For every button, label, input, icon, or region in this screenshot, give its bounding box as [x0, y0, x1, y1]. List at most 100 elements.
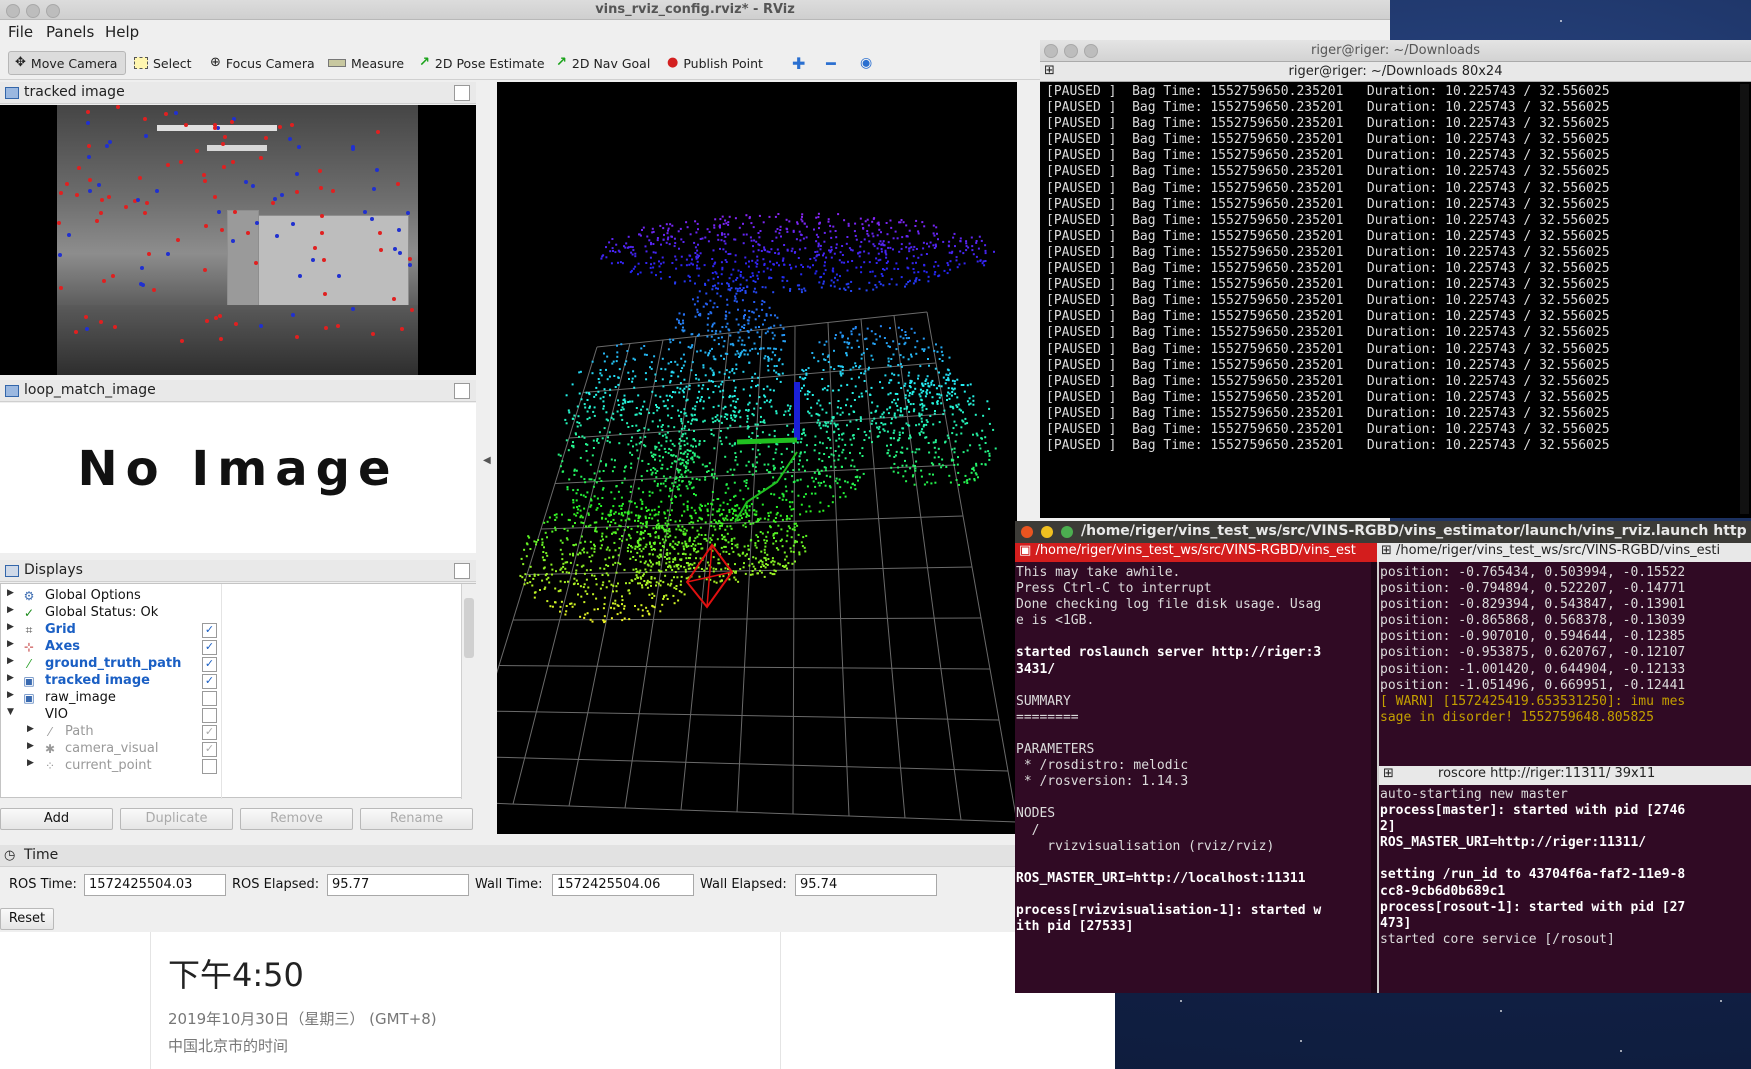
expand-arrow-icon[interactable]: ▶ [27, 758, 34, 768]
display-item[interactable]: ▶ ⁄ ground_truth_path ✓ [1, 656, 421, 673]
expand-arrow-icon[interactable]: ▶ [7, 605, 14, 615]
cloud-point [885, 342, 888, 345]
maximize-window-button[interactable] [1061, 526, 1073, 538]
menu-help[interactable]: Help [105, 23, 139, 41]
cloud-point [580, 493, 583, 496]
cloud-point [804, 493, 807, 496]
ros-elapsed-field[interactable]: 95.77 [327, 874, 469, 896]
display-enable-checkbox[interactable]: ✓ [202, 725, 217, 740]
display-item[interactable]: ▶ ⊹ Axes ✓ [1, 639, 421, 656]
display-item[interactable]: ▶ ✓ Global Status: Ok [1, 605, 421, 622]
cloud-point [654, 531, 657, 534]
expand-arrow-icon[interactable]: ▶ [7, 673, 14, 683]
3d-render-view[interactable] [497, 82, 1017, 834]
pose-estimate-tool[interactable]: ↗ 2D Pose Estimate [413, 51, 551, 75]
display-item[interactable]: ▶ ⌗ Grid ✓ [1, 622, 421, 639]
display-enable-checkbox[interactable]: ✓ [202, 657, 217, 672]
cloud-point [723, 240, 726, 243]
display-enable-checkbox[interactable] [202, 708, 217, 723]
display-item[interactable]: ▶ ▣ tracked image ✓ [1, 673, 421, 690]
cloud-point [655, 561, 658, 564]
wall-elapsed-field[interactable]: 95.74 [795, 874, 937, 896]
display-item[interactable]: ▶ ⚙ Global Options [1, 588, 421, 605]
display-enable-checkbox[interactable]: ✓ [202, 640, 217, 655]
cloud-point [595, 530, 598, 533]
remove-display-button[interactable]: Remove [240, 808, 353, 830]
expand-arrow-icon[interactable]: ▶ [27, 741, 34, 751]
rosbag-terminal-output[interactable]: [PAUSED ] Bag Time: 1552759650.235201 Du… [1046, 84, 1746, 514]
rename-display-button[interactable]: Rename [360, 808, 473, 830]
rosbag-terminal-tab[interactable]: ⊞ riger@riger: ~/Downloads 80x24 [1040, 62, 1751, 82]
cloud-point [580, 565, 583, 568]
duplicate-display-button[interactable]: Duplicate [120, 808, 233, 830]
cloud-point [957, 456, 959, 459]
cloud-point [635, 574, 638, 577]
cloud-point [834, 423, 837, 426]
cloud-point [660, 500, 663, 503]
expand-arrow-icon[interactable]: ▶ [27, 724, 34, 734]
roscore-terminal-header[interactable]: ⊞ roscore http://riger:11311/ 39x11 [1379, 766, 1751, 785]
cloud-point [937, 238, 939, 241]
display-item[interactable]: ▶ ▣ raw_image [1, 690, 421, 707]
add-tool-button[interactable]: ✚ [786, 51, 811, 75]
launch-tab-left[interactable]: ▣ /home/riger/vins_test_ws/src/VINS-RGBD… [1015, 543, 1377, 562]
terminal-tab-icon: ⊞ [1383, 766, 1394, 781]
reset-time-button[interactable]: Reset [0, 908, 54, 930]
rosbag-scrollbar[interactable] [1740, 84, 1749, 514]
display-enable-checkbox[interactable] [202, 691, 217, 706]
displays-scrollbar[interactable] [461, 584, 476, 799]
display-enable-checkbox[interactable]: ✓ [202, 674, 217, 689]
menu-panels[interactable]: Panels [46, 23, 94, 41]
cloud-point [922, 350, 925, 352]
move-camera-tool[interactable]: ✥ Move Camera [8, 51, 126, 75]
panel-close-checkbox[interactable] [454, 563, 470, 579]
roscore-terminal-output[interactable]: auto-starting new master process[master]:… [1380, 787, 1745, 987]
nav-goal-tool[interactable]: ↗ 2D Nav Goal [550, 51, 656, 75]
select-tool[interactable]: Select [128, 51, 198, 75]
cloud-point [652, 412, 655, 415]
cloud-point [855, 238, 858, 241]
measure-tool[interactable]: Measure [322, 51, 410, 75]
add-display-button[interactable]: Add [0, 808, 113, 830]
camera-type-button[interactable]: ◉ [854, 51, 878, 75]
close-window-button[interactable] [1021, 526, 1033, 538]
expand-arrow-icon[interactable]: ▶ [7, 588, 14, 598]
cloud-point [767, 445, 770, 448]
feature-point [323, 292, 327, 296]
display-item[interactable]: ▶ ✱ camera_visual ✓ [1, 741, 421, 758]
cloud-point [821, 408, 824, 411]
launch-tab-right[interactable]: ⊞ /home/riger/vins_test_ws/src/VINS-RGBD… [1377, 543, 1751, 562]
display-item[interactable]: ▼ VIO [1, 707, 421, 724]
display-enable-checkbox[interactable]: ✓ [202, 623, 217, 638]
cloud-point [612, 505, 615, 508]
cloud-point [678, 391, 681, 394]
launch-left-output[interactable]: This may take awhile. Press Ctrl-C to int… [1016, 565, 1372, 985]
cloud-point [767, 514, 770, 517]
focus-camera-tool[interactable]: ⊕ Focus Camera [204, 51, 321, 75]
display-item[interactable]: ▶ ⁄ Path ✓ [1, 724, 421, 741]
cloud-point [796, 479, 799, 482]
panel-close-checkbox[interactable] [454, 383, 470, 399]
publish-point-tool[interactable]: ● Publish Point [661, 51, 769, 75]
remove-tool-button[interactable]: ━ [820, 51, 842, 75]
cloud-point [975, 462, 978, 465]
expand-arrow-icon[interactable]: ▶ [7, 622, 14, 632]
launch-right-output[interactable]: position: -0.765434, 0.503994, -0.15522 p… [1380, 565, 1745, 765]
minimize-window-button[interactable] [1041, 526, 1053, 538]
panel-close-checkbox[interactable] [454, 85, 470, 101]
display-enable-checkbox[interactable] [202, 759, 217, 774]
expand-arrow-icon[interactable]: ▶ [7, 690, 14, 700]
menu-file[interactable]: File [8, 23, 33, 41]
display-item[interactable]: ▶ ⁘ current_point [1, 758, 421, 775]
wall-time-field[interactable]: 1572425504.06 [552, 874, 694, 896]
cloud-point [830, 465, 833, 468]
expand-arrow-icon[interactable]: ▶ [7, 639, 14, 649]
display-enable-checkbox[interactable]: ✓ [202, 742, 217, 757]
expand-arrow-icon[interactable]: ▶ [7, 656, 14, 666]
cloud-point [800, 387, 803, 390]
splitter-handle[interactable]: ◀ [483, 455, 491, 469]
cloud-point [693, 539, 696, 542]
expand-arrow-icon[interactable]: ▼ [7, 707, 14, 717]
cloud-point [612, 518, 615, 521]
ros-time-field[interactable]: 1572425504.03 [84, 874, 226, 896]
